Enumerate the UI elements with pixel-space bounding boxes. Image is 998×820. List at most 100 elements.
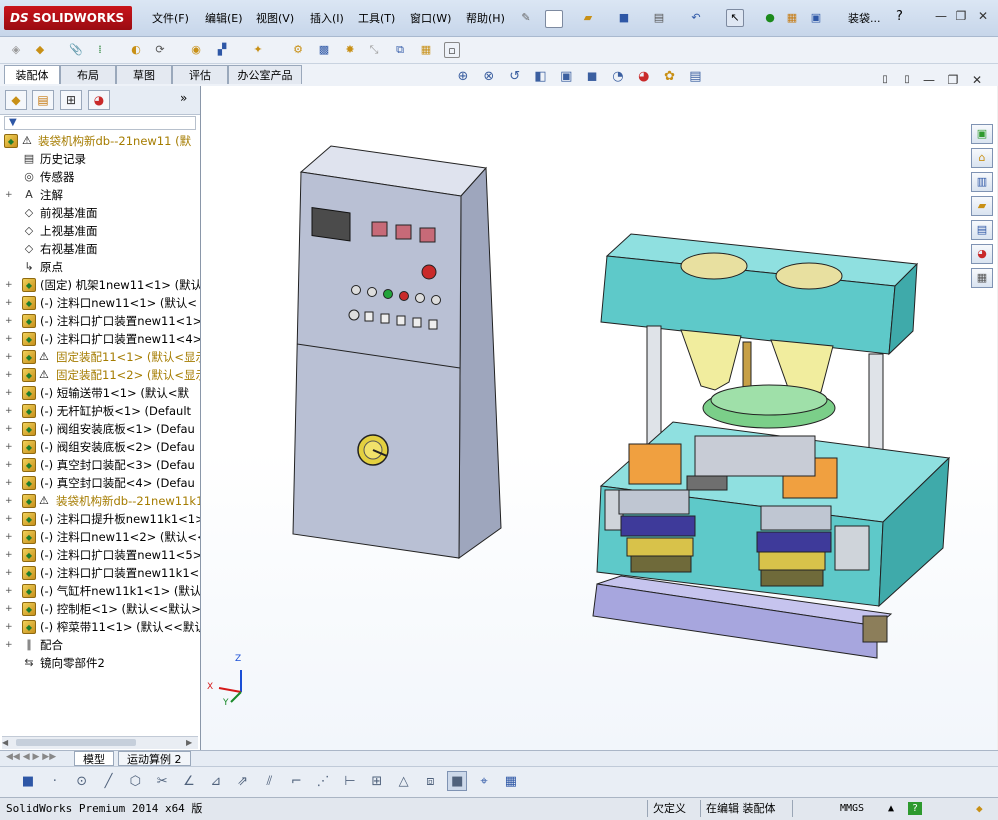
tree-row[interactable]: + ◆ ⚠ 固定装配11<2> (默认<显示	[0, 366, 200, 384]
menu-file[interactable]: 文件(F)	[152, 10, 189, 26]
view-settings-icon[interactable]: ▤	[686, 68, 704, 86]
assembly-features-icon[interactable]: ▞	[214, 42, 230, 58]
status-help[interactable]: ?	[908, 802, 923, 815]
expand-toggle-icon[interactable]: +	[5, 533, 13, 542]
doc-close-icon[interactable]: ✕	[968, 72, 986, 88]
tree-row[interactable]: + ◆ (-) 无杆缸护板<1> (Default	[0, 402, 200, 420]
tree-row[interactable]: ◇ 右视基准面	[0, 240, 200, 258]
grid-icon[interactable]: ⊞	[367, 772, 387, 792]
menu-view[interactable]: 视图(V)	[256, 10, 294, 26]
close-icon[interactable]: ✕	[974, 8, 992, 24]
menu-help[interactable]: 帮助(H)	[466, 10, 505, 26]
line-icon[interactable]: ╱	[98, 772, 118, 792]
tab-evaluate[interactable]: 评估	[172, 65, 228, 84]
expand-toggle-icon[interactable]: +	[5, 641, 13, 650]
expand-toggle-icon[interactable]: +	[5, 479, 13, 488]
offset-icon[interactable]: ⫽	[259, 772, 279, 792]
tab-model[interactable]: 模型	[74, 751, 114, 766]
tree-row[interactable]: ⇆ 镜向零部件2	[0, 654, 200, 672]
tree-row[interactable]: + ◆ (-) 真空封口装配<3> (Defau	[0, 456, 200, 474]
expand-toggle-icon[interactable]: +	[5, 353, 13, 362]
instant3d-icon[interactable]: ▦	[418, 42, 434, 58]
expand-toggle-icon[interactable]: +	[5, 281, 13, 290]
mirror-entities-icon[interactable]: ⊿	[206, 772, 226, 792]
tree-row[interactable]: + ◆ (-) 榨菜带11<1> (默认<<默认	[0, 618, 200, 636]
table-icon[interactable]: ▦	[501, 772, 521, 792]
select-arrow-icon[interactable]: ↖	[726, 9, 744, 27]
property-manager-tab-icon[interactable]: ▤	[32, 90, 54, 110]
print-icon[interactable]: ▤	[651, 10, 667, 26]
tree-row[interactable]: + ◆ ⚠ 固定装配11<1> (默认<显示	[0, 348, 200, 366]
expand-toggle-icon[interactable]: +	[5, 605, 13, 614]
menu-window[interactable]: 窗口(W)	[410, 10, 451, 26]
zoom-to-fit-icon[interactable]: ⊕	[454, 68, 472, 86]
expand-toggle-icon[interactable]: +	[5, 461, 13, 470]
new-motion-study-icon[interactable]: ⚙	[290, 42, 306, 58]
expand-toggle-icon[interactable]: +	[5, 425, 13, 434]
display-style-icon[interactable]: ◼	[583, 68, 601, 86]
appearances-icon[interactable]: ◕	[971, 244, 993, 264]
tree-row[interactable]: + ◆ (-) 注料口扩口装置new11<1>	[0, 312, 200, 330]
construction-geometry-icon[interactable]: ⋰	[313, 772, 333, 792]
menu-tools[interactable]: 工具(T)	[358, 10, 395, 26]
expand-toggle-icon[interactable]: +	[5, 371, 13, 380]
expand-toggle-icon[interactable]: +	[5, 569, 13, 578]
tree-row[interactable]: ◇ 前视基准面	[0, 204, 200, 222]
edit-appearance-icon[interactable]: ◕	[635, 68, 653, 86]
corner-rectangle-icon[interactable]: ⌐	[286, 772, 306, 792]
solidworks-resources-icon[interactable]: ▣	[971, 124, 993, 144]
rapid-sketch-icon[interactable]: ⌖	[474, 772, 494, 792]
rebuild-status-icon[interactable]: ◆	[972, 800, 987, 817]
solidworks-logo[interactable]: DS SOLIDWORKS	[4, 6, 132, 30]
tab-office-products[interactable]: 办公室产品	[228, 65, 302, 84]
tab-assembly[interactable]: 装配体	[4, 65, 60, 84]
insert-components-icon[interactable]: ◆	[32, 42, 48, 58]
units-up-icon[interactable]: ▲	[884, 800, 898, 817]
custom-properties-icon[interactable]: ▦	[971, 268, 993, 288]
folder-icon[interactable]: ▰	[971, 196, 993, 216]
linear-pattern-icon[interactable]: ⁞	[92, 42, 108, 58]
tree-row[interactable]: + ◆ (-) 短输送带1<1> (默认<默	[0, 384, 200, 402]
tree-row[interactable]: + ◆ (-) 阀组安装底板<2> (Defau	[0, 438, 200, 456]
exploded-view-icon[interactable]: ✸	[342, 42, 358, 58]
edit-component-icon[interactable]: ◈	[8, 42, 24, 58]
convert-entities-icon[interactable]: ⇗	[233, 772, 253, 792]
hide-show-items-icon[interactable]: ◔	[609, 68, 627, 86]
show-hidden-icon[interactable]: ◉	[188, 42, 204, 58]
expand-toggle-icon[interactable]: +	[5, 389, 13, 398]
mate-icon[interactable]: 📎	[68, 42, 84, 58]
doc-split-icon[interactable]: ▯	[898, 72, 916, 88]
tree-row[interactable]: + ∥ 配合	[0, 636, 200, 654]
expand-toggle-icon[interactable]: +	[5, 497, 13, 506]
bill-of-materials-icon[interactable]: ▩	[316, 42, 332, 58]
smart-fasteners-icon[interactable]: ◐	[128, 42, 144, 58]
doc-restore-icon[interactable]: ❐	[944, 72, 962, 88]
tree-row[interactable]: + ◆ (-) 阀组安装底板<1> (Defau	[0, 420, 200, 438]
file-properties-icon[interactable]: ▦	[784, 10, 800, 26]
move-component-icon[interactable]: ⟳	[152, 42, 168, 58]
doc-minimize-icon[interactable]: —	[920, 72, 938, 88]
feature-tree-tab-icon[interactable]: ◆	[5, 90, 27, 110]
expand-toggle-icon[interactable]: +	[5, 407, 13, 416]
explode-line-sketch-icon[interactable]: ⤡	[366, 42, 382, 58]
expand-panel-icon[interactable]: »	[180, 91, 187, 105]
reference-geometry-icon[interactable]: ✦	[250, 42, 266, 58]
tab-sketch[interactable]: 草图	[116, 65, 172, 84]
tree-row[interactable]: ↳ 原点	[0, 258, 200, 276]
expand-toggle-icon[interactable]: +	[5, 515, 13, 524]
tree-row[interactable]: + ◆ (-) 注料口new11<2> (默认<<	[0, 528, 200, 546]
tree-horizontal-scrollbar[interactable]: ◀ ▶	[2, 736, 198, 749]
menu-edit[interactable]: 编辑(E)	[205, 10, 243, 26]
tree-row[interactable]: ▤ 历史记录	[0, 150, 200, 168]
circle-icon[interactable]: ⊙	[72, 772, 92, 792]
tree-row[interactable]: + ◆ (-) 控制柜<1> (默认<<默认>	[0, 600, 200, 618]
scroll-left-icon[interactable]: ◀	[2, 738, 12, 747]
options-icon[interactable]: ▣	[808, 10, 824, 26]
tree-row[interactable]: + ◆ (-) 气缸杆new11k1<1> (默认	[0, 582, 200, 600]
rebuild-traffic-light-icon[interactable]: ●	[762, 10, 778, 26]
section-view-icon[interactable]: ◧	[531, 68, 549, 86]
tree-row[interactable]: + ◆ (-) 注料口扩口装置new11k1<	[0, 564, 200, 582]
shaded-box-icon[interactable]: ■	[447, 771, 468, 791]
tree-row[interactable]: + ◆ (-) 注料口提升板new11k1<1>	[0, 510, 200, 528]
doc-tile-icon[interactable]: ▯	[876, 72, 894, 88]
